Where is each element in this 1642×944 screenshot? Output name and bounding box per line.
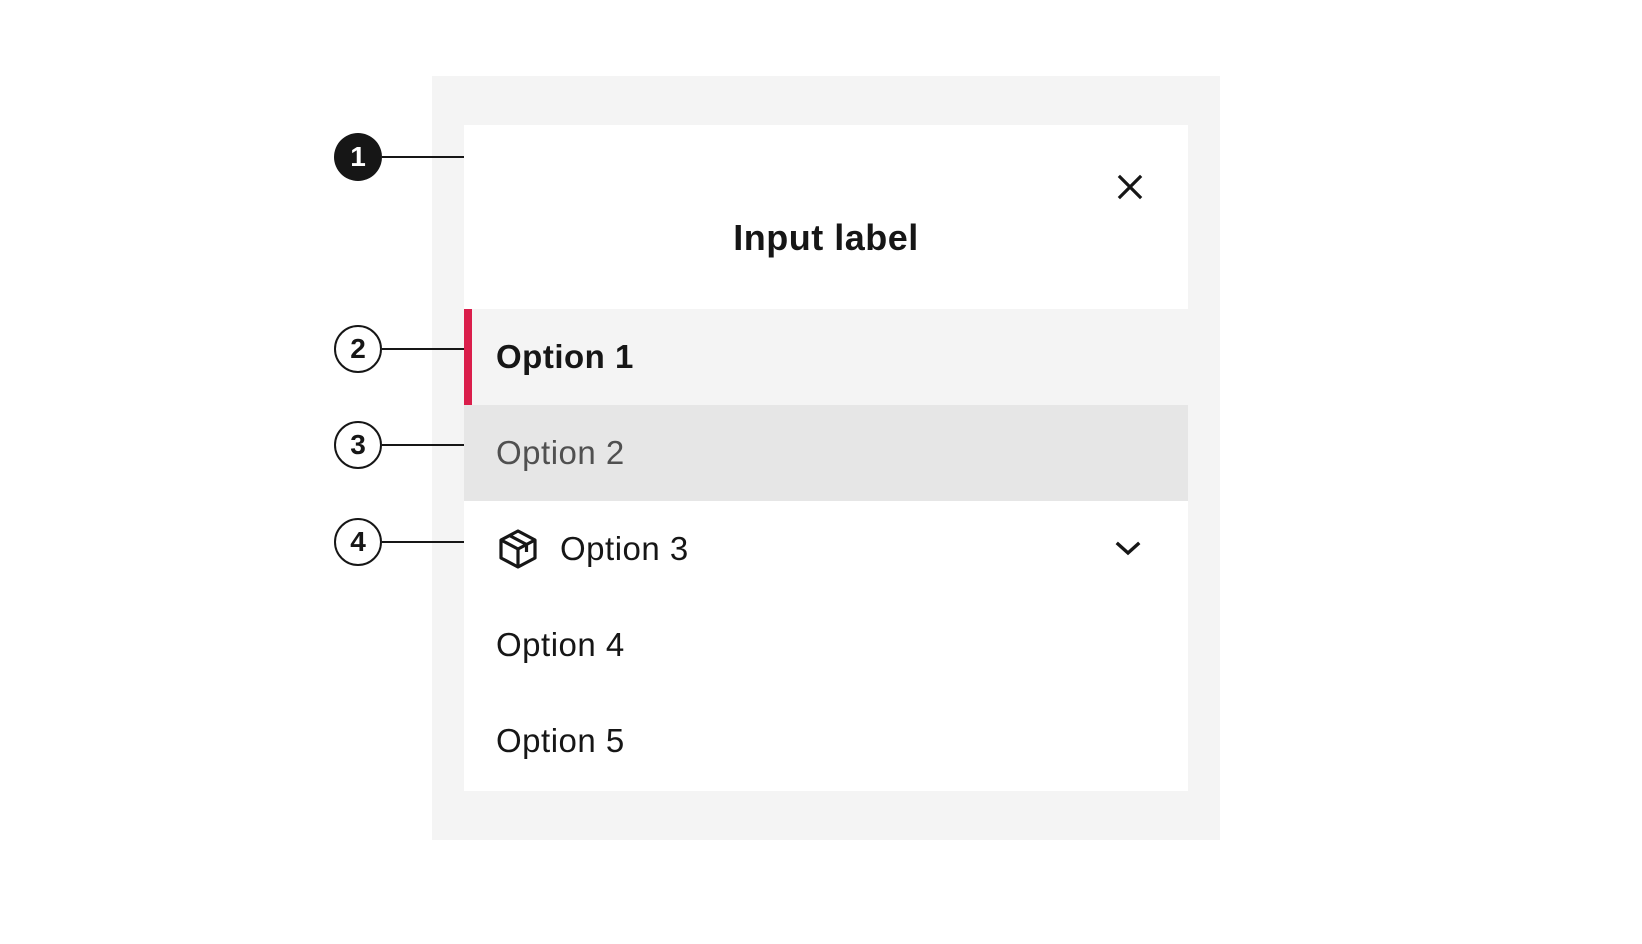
sheet-title: Input label [733, 217, 919, 258]
option-list: Option 1 Option 2 Option 3 Option 4 Opti… [464, 309, 1188, 789]
option-item-2[interactable]: Option 2 [464, 405, 1188, 501]
option-label: Option 5 [496, 722, 625, 759]
option-item-4[interactable]: Option 4 [464, 597, 1188, 693]
annotation-marker-3: 3 [334, 421, 382, 469]
option-label: Option 4 [496, 626, 625, 663]
canvas: Input label Option 1 Option 2 Option 3 O… [0, 0, 1642, 944]
option-item-1[interactable]: Option 1 [464, 309, 1188, 405]
package-icon [496, 527, 540, 571]
bottom-sheet: Input label Option 1 Option 2 Option 3 O… [464, 125, 1188, 791]
annotation-leader-1 [382, 156, 464, 158]
annotation-leader-3 [382, 444, 464, 446]
chevron-down-icon[interactable] [1110, 531, 1146, 567]
annotation-marker-1: 1 [334, 133, 382, 181]
annotation-leader-4 [382, 541, 464, 543]
close-button[interactable] [1104, 161, 1156, 213]
option-item-5[interactable]: Option 5 [464, 693, 1188, 789]
annotation-marker-2: 2 [334, 325, 382, 373]
option-label: Option 1 [496, 338, 634, 375]
annotation-marker-4: 4 [334, 518, 382, 566]
option-label: Option 3 [560, 530, 689, 567]
option-label: Option 2 [496, 434, 625, 471]
close-icon [1117, 174, 1143, 200]
option-item-3[interactable]: Option 3 [464, 501, 1188, 597]
annotation-leader-2 [382, 348, 464, 350]
sheet-header: Input label [464, 125, 1188, 309]
